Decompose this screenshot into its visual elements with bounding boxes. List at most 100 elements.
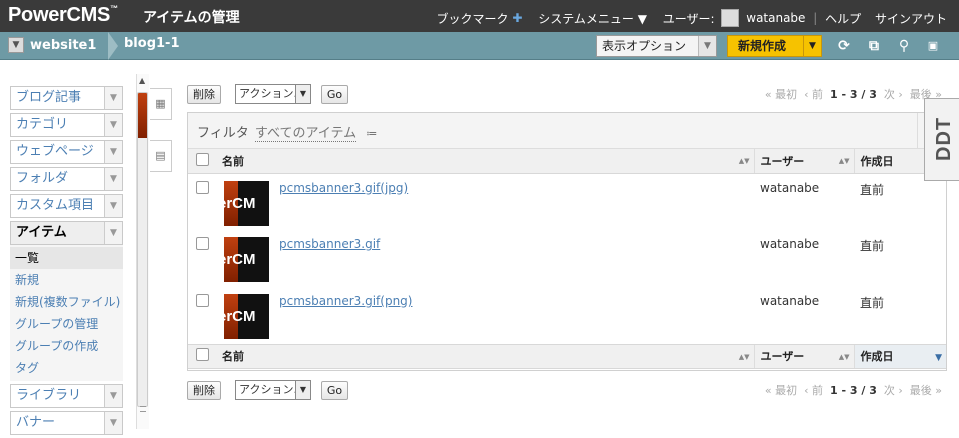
bookmark-add-icon[interactable]: ✚: [512, 11, 522, 25]
sidebar: ブログ記事 ▼ カテゴリ ▼ ウェブページ ▼ フォルダ ▼ カスタム項目 ▼ アイテム ▼…: [10, 86, 123, 438]
refresh-icon[interactable]: ⟳: [836, 38, 852, 54]
submenu-new-multiple[interactable]: 新規(複数ファイル): [10, 291, 123, 313]
sidebar-item-entries[interactable]: ブログ記事 ▼: [10, 86, 123, 110]
new-button[interactable]: 新規作成 ▼: [727, 35, 822, 57]
row-created: 直前: [860, 182, 885, 197]
chevron-down-icon[interactable]: ▼: [104, 195, 122, 217]
column-user[interactable]: ユーザー ▲▼: [753, 343, 854, 369]
chevron-down-icon: ▼: [295, 85, 310, 103]
breadcrumb-blog[interactable]: blog1-1: [124, 36, 180, 51]
delete-button[interactable]: 削除: [187, 84, 221, 104]
sidebar-item-banners[interactable]: バナー ▼: [10, 411, 123, 435]
pager-next[interactable]: 次 ›: [884, 384, 903, 397]
item-link[interactable]: pcmsbanner3.gif(jpg): [279, 181, 408, 195]
page-title: アイテムの管理: [143, 10, 240, 26]
side-tabs: ▦ ▤: [150, 88, 172, 192]
filter-bar: フィルタ すべてのアイテム ≔: [188, 113, 946, 149]
submenu-list[interactable]: 一覧: [10, 247, 123, 269]
breadcrumb-website[interactable]: ▼ website1: [8, 36, 96, 56]
submenu-tags[interactable]: タグ: [10, 357, 123, 379]
user-label: ユーザー:: [662, 11, 715, 26]
table-footer: 名前 ▲▼ ユーザー ▲▼ 作成日 ▼: [188, 343, 946, 369]
debug-tab[interactable]: DDT: [924, 98, 959, 181]
item-link[interactable]: pcmsbanner3.gif: [279, 237, 380, 251]
pager-next[interactable]: 次 ›: [884, 88, 903, 101]
document-icon[interactable]: ▤: [150, 140, 172, 172]
sidebar-item-folders[interactable]: フォルダ ▼: [10, 167, 123, 191]
row-checkbox[interactable]: [196, 180, 209, 194]
bottom-actions: 削除 アクション... ▼ Go « 最初 ‹ 前 1 - 3 / 3 次 › 最後…: [187, 380, 947, 400]
sort-icon: ▲▼: [738, 157, 750, 165]
sidebar-item-categories[interactable]: カテゴリ ▼: [10, 113, 123, 137]
pager-top: « 最初 ‹ 前 1 - 3 / 3 次 › 最後 »: [765, 86, 942, 102]
scrollbar-thumb[interactable]: [137, 92, 148, 407]
filter-value[interactable]: すべてのアイテム: [254, 126, 357, 142]
scroll-grip-icon: [140, 406, 146, 412]
chevron-down-icon[interactable]: ▼: [104, 412, 122, 434]
column-created[interactable]: 作成日 ▼: [853, 343, 946, 369]
pager-prev[interactable]: ‹ 前: [804, 384, 823, 397]
chevron-down-icon[interactable]: ▼: [104, 87, 122, 109]
calculator-icon[interactable]: ▦: [150, 88, 172, 120]
submenu-create-group[interactable]: グループの作成: [10, 335, 123, 357]
powercms-logo[interactable]: PowerCMS™: [8, 4, 118, 27]
sort-desc-icon: ▼: [935, 352, 942, 363]
help-link[interactable]: ヘルプ: [825, 10, 861, 27]
chevron-down-icon[interactable]: ▼: [803, 36, 821, 56]
row-checkbox[interactable]: [196, 237, 209, 250]
chevron-down-icon[interactable]: ▼: [104, 222, 122, 244]
submenu-manage-groups[interactable]: グループの管理: [10, 313, 123, 335]
scroll-up-icon[interactable]: ▲: [139, 76, 145, 85]
bookmark-link[interactable]: ブックマーク: [437, 10, 509, 27]
top-nav: ブックマーク ✚ システムメニュー ▼ ユーザー: watanabe | ヘルプ…: [437, 9, 947, 27]
sidebar-item-custom-fields[interactable]: カスタム項目 ▼: [10, 194, 123, 218]
sidebar-item-webpages[interactable]: ウェブページ ▼: [10, 140, 123, 164]
delete-button[interactable]: 削除: [187, 380, 221, 400]
pager-first[interactable]: « 最初: [765, 88, 797, 101]
action-select[interactable]: アクション... ▼: [235, 84, 311, 104]
chevron-down-icon[interactable]: ▼: [8, 36, 24, 53]
action-select[interactable]: アクション... ▼: [235, 380, 311, 400]
chevron-down-icon[interactable]: ▼: [104, 168, 122, 190]
chevron-down-icon[interactable]: ▼: [104, 385, 122, 407]
item-link[interactable]: pcmsbanner3.gif(png): [279, 294, 412, 308]
main-content: 削除 アクション... ▼ Go « 最初 ‹ 前 1 - 3 / 3 次 › 最後…: [187, 84, 947, 400]
signout-link[interactable]: サインアウト: [875, 10, 947, 27]
sidebar-item-items[interactable]: アイテム ▼: [10, 221, 123, 245]
column-name[interactable]: 名前 ▲▼: [214, 149, 754, 174]
search-icon[interactable]: ⚲: [896, 38, 912, 54]
sidebar-item-library[interactable]: ライブラリ ▼: [10, 384, 123, 408]
thumbnail-image[interactable]: erCM: [224, 237, 269, 282]
sort-icon: ▲▼: [838, 352, 850, 361]
select-all-checkbox[interactable]: [196, 152, 209, 166]
pager-last[interactable]: 最後 »: [910, 384, 942, 397]
chevron-down-icon[interactable]: ▼: [104, 114, 122, 136]
user-name[interactable]: watanabe: [746, 11, 805, 25]
sidebar-scrollbar[interactable]: ▲: [136, 74, 149, 429]
go-button[interactable]: Go: [320, 84, 349, 104]
column-user[interactable]: ユーザー ▲▼: [753, 149, 854, 174]
thumbnail-image[interactable]: erCM: [224, 294, 269, 339]
select-all-checkbox[interactable]: [196, 348, 209, 361]
divider: |: [813, 11, 818, 25]
chevron-down-icon: ▼: [698, 36, 716, 56]
system-menu[interactable]: システムメニュー ▼: [538, 10, 647, 27]
display-options-select[interactable]: 表示オプション ▼: [596, 35, 717, 57]
row-checkbox[interactable]: [196, 294, 209, 307]
go-button[interactable]: Go: [320, 380, 349, 400]
pager-first[interactable]: « 最初: [765, 384, 797, 397]
item-table: 名前▲▼ ユーザー▲▼ 作成日 erCM pcmsbanner3.gif(jpg)…: [188, 149, 946, 369]
pager-prev[interactable]: ‹ 前: [804, 88, 823, 101]
submenu-new[interactable]: 新規: [10, 269, 123, 291]
list-menu-icon[interactable]: ≔: [366, 127, 377, 140]
external-link-icon[interactable]: ⧉: [866, 38, 882, 54]
thumbnail-image[interactable]: erCM: [224, 180, 269, 226]
lock-icon[interactable]: ▣: [925, 38, 941, 54]
sort-icon: ▲▼: [838, 157, 850, 165]
chevron-down-icon[interactable]: ▼: [104, 141, 122, 163]
sidebar-submenu: 一覧 新規 新規(複数ファイル) グループの管理 グループの作成 タグ: [10, 245, 123, 381]
item-list: フィルタ すべてのアイテム ≔ 名前▲▼ ユーザー▲▼ 作成日 erCM pcms…: [187, 112, 947, 371]
column-name[interactable]: 名前 ▲▼: [214, 343, 754, 369]
avatar[interactable]: [721, 9, 740, 27]
table-row: erCM pcmsbanner3.gif(jpg) watanabe 直前: [188, 173, 946, 230]
